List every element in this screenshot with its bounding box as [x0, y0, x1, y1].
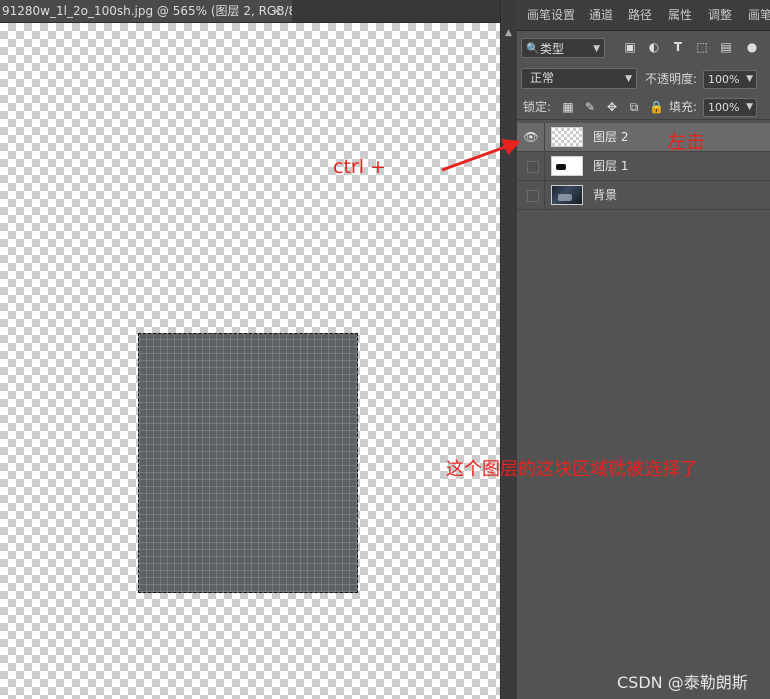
shape-filter-icon[interactable]: ⬚	[695, 40, 709, 54]
blend-mode-value: 正常	[530, 71, 555, 85]
blend-opacity-row: 正常 ▼ 不透明度: 100% ▼	[517, 67, 770, 91]
fill-value: 100%	[708, 101, 740, 114]
chevron-down-icon: ▼	[625, 74, 632, 84]
document-tab-title: 91280w_1l_2o_100sh.jpg @ 565% (图层 2, RGB…	[2, 4, 292, 18]
layer-list: 👁 图层 2 图层 1 背景	[517, 123, 770, 210]
left-click-annotation: 左击	[667, 131, 706, 153]
lock-image-pixels-icon[interactable]: ✎	[583, 100, 597, 114]
layer-name[interactable]: 图层 2	[593, 123, 628, 151]
lock-fill-row: 锁定: ▦ ✎ ✥ ⧉ 🔒 填充: 100% ▼	[517, 95, 770, 120]
smart-object-filter-icon[interactable]: ▤	[719, 40, 733, 54]
layer-selection-marquee	[138, 333, 358, 593]
layer-row-background[interactable]: 背景	[517, 181, 770, 210]
visibility-toggle[interactable]	[527, 190, 539, 202]
opacity-value: 100%	[708, 73, 740, 86]
lock-transparent-pixels-icon[interactable]: ▦	[561, 100, 575, 114]
blend-mode-select[interactable]: 正常 ▼	[521, 68, 637, 89]
lock-all-icon[interactable]: 🔒	[649, 100, 664, 114]
lock-label: 锁定:	[523, 100, 552, 114]
adjustment-filter-icon[interactable]: ◐	[647, 40, 661, 54]
fill-field[interactable]: 100% ▼	[703, 98, 757, 117]
panel-tab-bar: 画笔设置 通道 路径 属性 调整 画笔	[517, 0, 770, 31]
layer-kind-select[interactable]: 🔍 类型 ▼	[521, 38, 605, 58]
chevron-down-icon: ▼	[593, 44, 600, 54]
tab-brush-settings[interactable]: 画笔设置	[527, 0, 575, 30]
eye-icon[interactable]: 👁	[523, 129, 539, 145]
layer-row-layer-2[interactable]: 👁 图层 2	[517, 123, 770, 152]
search-icon: 🔍	[526, 42, 540, 55]
tab-paths[interactable]: 路径	[628, 0, 652, 30]
canvas-vertical-scrollbar[interactable]: ▲	[500, 0, 517, 699]
layer-name[interactable]: 背景	[593, 181, 617, 209]
document-tab[interactable]: 91280w_1l_2o_100sh.jpg @ 565% (图层 2, RGB…	[0, 0, 292, 22]
filter-toggle-icon[interactable]: ●	[745, 40, 759, 54]
lock-artboard-icon[interactable]: ⧉	[627, 100, 641, 114]
opacity-field[interactable]: 100% ▼	[703, 70, 757, 89]
tab-properties[interactable]: 属性	[668, 0, 692, 30]
type-filter-icon[interactable]: T	[671, 40, 685, 54]
document-tab-bar: 91280w_1l_2o_100sh.jpg @ 565% (图层 2, RGB…	[0, 0, 500, 23]
layer-name[interactable]: 图层 1	[593, 152, 628, 180]
layer-thumbnail[interactable]	[551, 127, 583, 147]
layer-thumbnail[interactable]	[551, 185, 583, 205]
opacity-label: 不透明度:	[645, 72, 698, 86]
image-filter-icon[interactable]: ▣	[623, 40, 637, 54]
layer-kind-label: 类型	[540, 42, 565, 56]
layers-panel: 画笔设置 通道 路径 属性 调整 画笔 🔍 类型 ▼ ▣ ◐ T ⬚ ▤ ● 正…	[517, 0, 770, 699]
tab-adjustments[interactable]: 调整	[708, 0, 732, 30]
canvas[interactable]	[0, 23, 500, 699]
fill-label: 填充:	[669, 100, 698, 114]
layer-thumbnail[interactable]	[551, 156, 583, 176]
tab-brushes[interactable]: 画笔	[748, 0, 770, 30]
ctrl-plus-annotation: ctrl +	[333, 156, 386, 178]
tab-channels[interactable]: 通道	[589, 0, 613, 30]
layer-row-layer-1[interactable]: 图层 1	[517, 152, 770, 181]
layer-filter-row: 🔍 类型 ▼ ▣ ◐ T ⬚ ▤ ●	[517, 36, 770, 64]
watermark: CSDN @泰勒朗斯	[617, 673, 748, 692]
selection-note-annotation: 这个图层的这块区域就被选择了	[446, 459, 698, 480]
scroll-up-arrow-icon[interactable]: ▲	[505, 28, 512, 38]
visibility-toggle[interactable]	[527, 161, 539, 173]
close-icon[interactable]: ×	[272, 0, 282, 22]
chevron-down-icon: ▼	[746, 102, 753, 112]
chevron-down-icon: ▼	[746, 74, 753, 84]
lock-position-icon[interactable]: ✥	[605, 100, 619, 114]
